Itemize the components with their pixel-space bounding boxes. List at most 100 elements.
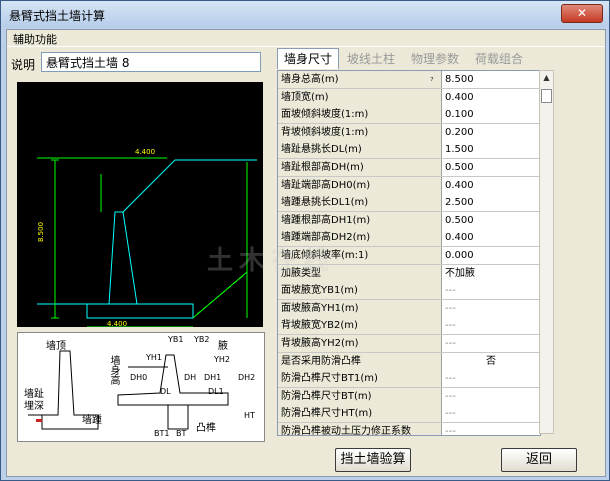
legend-dh0: DH0 <box>130 373 148 382</box>
param-name: 面坡腋宽YB1(m) <box>278 282 442 300</box>
scroll-thumb[interactable] <box>541 89 552 103</box>
param-value[interactable]: 0.400 <box>442 88 540 106</box>
param-value[interactable]: 0.000 <box>442 247 540 264</box>
param-value[interactable]: 0.100 <box>442 106 540 124</box>
legend-haunch: 腋 <box>218 341 228 352</box>
param-value[interactable]: 0.400 <box>442 176 540 194</box>
legend-bt: BT <box>176 429 187 438</box>
tab-wall-size[interactable]: 墙身尺寸 <box>277 48 339 69</box>
param-row[interactable]: 防滑凸榫尺寸BT(m) --- <box>278 387 540 406</box>
param-name: 墙趾根部高DH(m) <box>278 159 442 176</box>
backfill-line <box>122 159 257 213</box>
window-title: 悬臂式挡土墙计算 <box>9 9 106 23</box>
legend-ht: HT <box>244 411 255 420</box>
param-name: 墙底倾斜坡率(m:1) <box>278 247 442 264</box>
close-icon: ✕ <box>576 6 588 20</box>
param-name: 背坡腋宽YB2(m) <box>278 317 442 335</box>
param-row[interactable]: 墙踵根部高DH1(m) 0.500 <box>278 211 540 230</box>
description-label: 说明 <box>11 58 36 72</box>
param-value[interactable]: 不加腋 <box>442 264 540 282</box>
dialog-client: 辅助功能 说明 悬臂式挡土墙 8 8.500 4.400 4.400 墙顶 墙身… <box>6 29 606 477</box>
param-row[interactable]: 墙身总高(m) ⁷ 8.500 <box>278 71 540 89</box>
param-row[interactable]: 防滑凸榫尺寸HT(m) --- <box>278 405 540 424</box>
param-value[interactable]: 0.500 <box>442 211 540 229</box>
legend-depth: 埋深 <box>24 401 44 412</box>
param-name: 墙趾端部高DH0(m) <box>278 176 442 194</box>
legend-key <box>167 405 189 430</box>
legend-bt1: BT1 <box>154 429 170 438</box>
param-name: 墙踵端部高DH2(m) <box>278 229 442 247</box>
param-value: --- <box>442 423 540 435</box>
legend-yh2: YH2 <box>214 355 230 364</box>
check-button[interactable]: 挡土墙验算 <box>335 448 411 472</box>
param-row[interactable]: 防滑凸榫尺寸BT1(m) --- <box>278 370 540 389</box>
legend-wall-top: 墙顶 <box>46 341 66 352</box>
wall-base <box>86 303 194 319</box>
legend-wall-height: 墙身高 <box>108 355 119 385</box>
param-value: --- <box>442 405 540 423</box>
legend-dh2: DH2 <box>238 373 256 382</box>
cad-preview: 8.500 4.400 4.400 <box>17 82 263 328</box>
legend-dl: DL <box>160 387 171 396</box>
param-row[interactable]: 墙底倾斜坡率(m:1) 0.000 <box>278 247 540 265</box>
param-value[interactable]: 1.500 <box>442 141 540 159</box>
param-name: 加腋类型 <box>278 264 442 282</box>
param-row[interactable]: 面坡倾斜坡度(1:m) 0.100 <box>278 106 540 125</box>
param-row[interactable]: 面坡腋宽YB1(m) --- <box>278 282 540 301</box>
param-value: --- <box>442 335 540 352</box>
param-value[interactable]: 否 <box>442 352 540 370</box>
param-name: 背坡倾斜坡度(1:m) <box>278 123 442 141</box>
menu-aux[interactable]: 辅助功能 <box>13 31 57 47</box>
param-row[interactable]: 背坡倾斜坡度(1:m) 0.200 <box>278 123 540 142</box>
svg-text:4.400: 4.400 <box>107 320 127 327</box>
param-value[interactable]: 0.500 <box>442 159 540 176</box>
tab-physics[interactable]: 物理参数 <box>405 50 465 68</box>
param-value: --- <box>442 370 540 388</box>
legend-dh1: DH1 <box>204 373 222 382</box>
param-row[interactable]: 背坡腋高YH2(m) --- <box>278 335 540 353</box>
param-row[interactable]: 墙顶宽(m) 0.400 <box>278 88 540 107</box>
param-value[interactable]: 8.500 <box>442 71 540 88</box>
tab-slope-soil[interactable]: 坡线土柱 <box>341 50 401 68</box>
param-value[interactable]: 2.500 <box>442 194 540 212</box>
param-row[interactable]: 是否采用防滑凸榫否 <box>278 352 540 371</box>
svg-text:8.500: 8.500 <box>37 222 45 242</box>
param-name: 防滑凸榫尺寸BT(m) <box>278 387 442 405</box>
param-name: 墙踵悬挑长DL1(m) <box>278 194 442 212</box>
param-name: 墙趾悬挑长DL(m) <box>278 141 442 159</box>
param-row[interactable]: 墙趾根部高DH(m) 0.500 <box>278 159 540 177</box>
param-row[interactable]: 墙趾端部高DH0(m) 0.400 <box>278 176 540 195</box>
param-name: 防滑凸榫尺寸HT(m) <box>278 405 442 423</box>
param-value: --- <box>442 299 540 317</box>
param-row[interactable]: 墙踵端部高DH2(m) 0.400 <box>278 229 540 248</box>
param-name: 防滑凸榫尺寸BT1(m) <box>278 370 442 388</box>
param-row[interactable]: 背坡腋宽YB2(m) --- <box>278 317 540 336</box>
tab-loads[interactable]: 荷载组合 <box>469 50 529 68</box>
svg-text:4.400: 4.400 <box>135 148 155 156</box>
legend-dl1: DL1 <box>208 387 224 396</box>
main-window: 悬臂式挡土墙计算 ✕ 辅助功能 说明 悬臂式挡土墙 8 8.500 4.400 … <box>0 0 610 481</box>
description-input[interactable]: 悬臂式挡土墙 8 <box>41 52 261 72</box>
legend-heel: 墙踵 <box>82 415 102 426</box>
close-button[interactable]: ✕ <box>561 4 603 23</box>
param-row[interactable]: 墙趾悬挑长DL(m) 1.500 <box>278 141 540 160</box>
param-value[interactable]: 0.200 <box>442 123 540 141</box>
title-bar[interactable]: 悬臂式挡土墙计算 ✕ <box>1 1 609 27</box>
param-name: 墙身总高(m) ⁷ <box>278 71 442 88</box>
grid-scrollbar[interactable]: ▲ <box>539 70 554 434</box>
menu-bar: 辅助功能 <box>7 30 605 47</box>
param-row[interactable]: 面坡腋高YH1(m) --- <box>278 299 540 318</box>
param-name: 墙踵根部高DH1(m) <box>278 211 442 229</box>
legend-yb2: YB2 <box>194 335 210 344</box>
param-row[interactable]: 墙踵悬挑长DL1(m) 2.500 <box>278 194 540 213</box>
param-row[interactable]: 加腋类型 不加腋 <box>278 264 540 283</box>
legend-key-label: 凸榫 <box>196 423 216 434</box>
back-button[interactable]: 返回 <box>501 448 577 472</box>
legend-diagram: 墙顶 墙身高 墙趾 埋深 墙踵 腋 凸榫 YB1 YB2 YH1 YH2 DH0… <box>17 332 265 442</box>
param-value[interactable]: 0.400 <box>442 229 540 247</box>
param-row[interactable]: 防滑凸榫被动土压力修正系数 --- <box>278 423 540 435</box>
param-name: 防滑凸榫被动土压力修正系数 <box>278 423 442 435</box>
param-name: 是否采用防滑凸榫 <box>278 352 442 370</box>
scroll-up-icon[interactable]: ▲ <box>540 71 553 85</box>
param-value: --- <box>442 387 540 405</box>
